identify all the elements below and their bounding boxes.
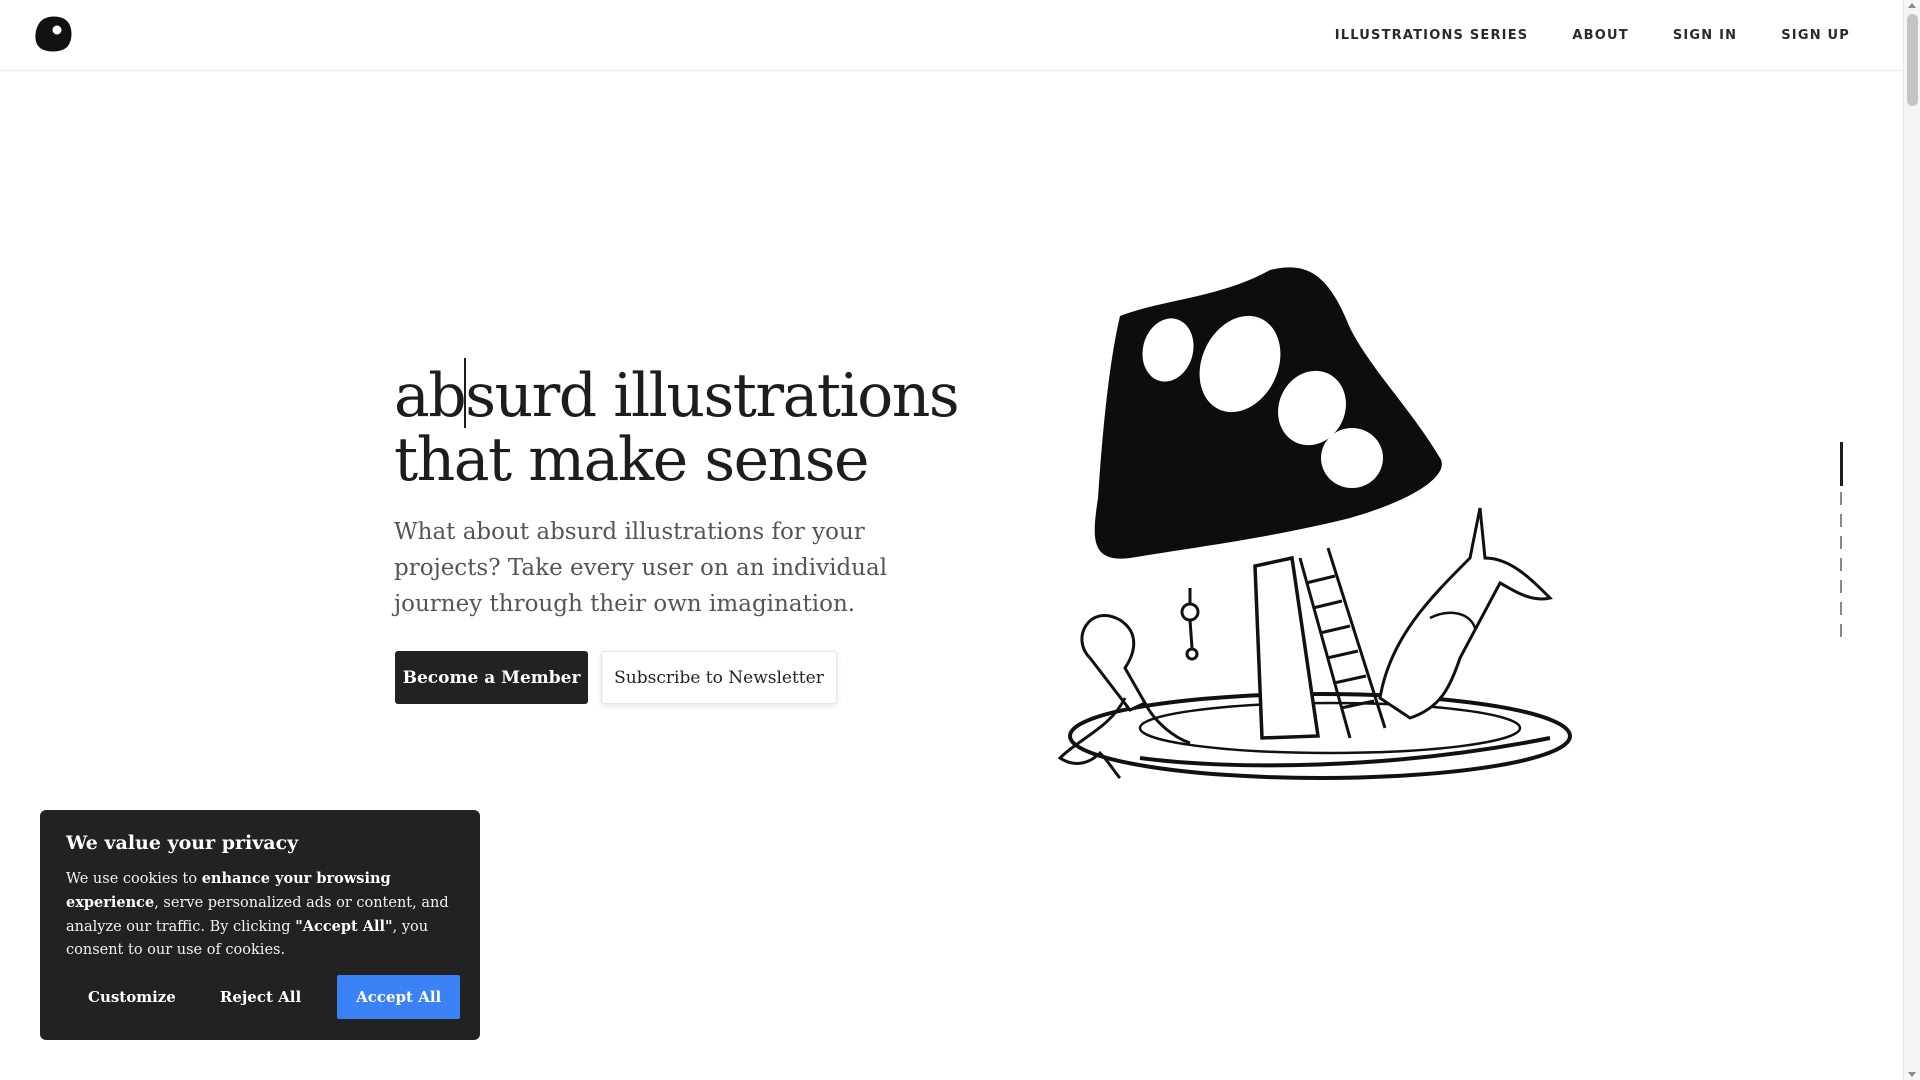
site-header: ILLUSTRATIONS SERIES ABOUT SIGN IN SIGN …: [0, 0, 1903, 71]
hero-title-part1: ab: [394, 361, 467, 431]
section-scroll-indicator[interactable]: [1840, 442, 1843, 640]
nav-sign-in[interactable]: SIGN IN: [1673, 28, 1737, 43]
cookie-accept-button[interactable]: Accept All: [337, 975, 461, 1019]
become-member-button[interactable]: Become a Member: [395, 651, 588, 704]
subscribe-newsletter-button[interactable]: Subscribe to Newsletter: [601, 651, 837, 704]
hero-title-part2: surd illustrations: [465, 361, 960, 431]
hero-title-line2: that make sense: [394, 425, 870, 495]
scroll-indicator-dash[interactable]: [1840, 580, 1842, 593]
hero-title: absurd illustrations that make sense: [394, 358, 1014, 492]
scroll-indicator-dash[interactable]: [1840, 624, 1842, 637]
scroll-indicator-dash[interactable]: [1840, 602, 1842, 615]
nav-sign-up[interactable]: SIGN UP: [1781, 28, 1850, 43]
scroll-indicator-active[interactable]: [1840, 442, 1843, 486]
scroll-indicator-dash[interactable]: [1840, 514, 1842, 527]
cookie-title: We value your privacy: [66, 832, 299, 854]
cookie-reject-button[interactable]: Reject All: [198, 975, 323, 1019]
blob-logo-icon[interactable]: [33, 15, 73, 53]
cookie-text: We use cookies to enhance your browsing …: [66, 870, 449, 958]
main-nav: ILLUSTRATIONS SERIES ABOUT SIGN IN SIGN …: [1291, 0, 1850, 71]
nav-about[interactable]: ABOUT: [1572, 28, 1628, 43]
scroll-indicator-dash[interactable]: [1840, 558, 1842, 571]
cookie-consent-banner: We value your privacy We use cookies to …: [40, 810, 480, 1040]
scrollbar-thumb[interactable]: [1907, 14, 1918, 106]
hero-subtitle: What about absurd illustrations for your…: [394, 519, 888, 617]
scroll-indicator-dash[interactable]: [1840, 492, 1842, 505]
cookie-customize-button[interactable]: Customize: [66, 975, 198, 1019]
scroll-down-arrow-icon[interactable]: [1908, 1072, 1916, 1077]
mushroom-lamp-illustration: [1057, 267, 1572, 780]
scroll-indicator-dash[interactable]: [1840, 536, 1842, 549]
page-scrollbar[interactable]: [1903, 0, 1920, 1080]
scroll-up-arrow-icon[interactable]: [1908, 3, 1916, 8]
nav-illustrations-series[interactable]: ILLUSTRATIONS SERIES: [1335, 28, 1529, 43]
cookie-actions: Customize Reject All Accept All: [66, 975, 461, 1019]
